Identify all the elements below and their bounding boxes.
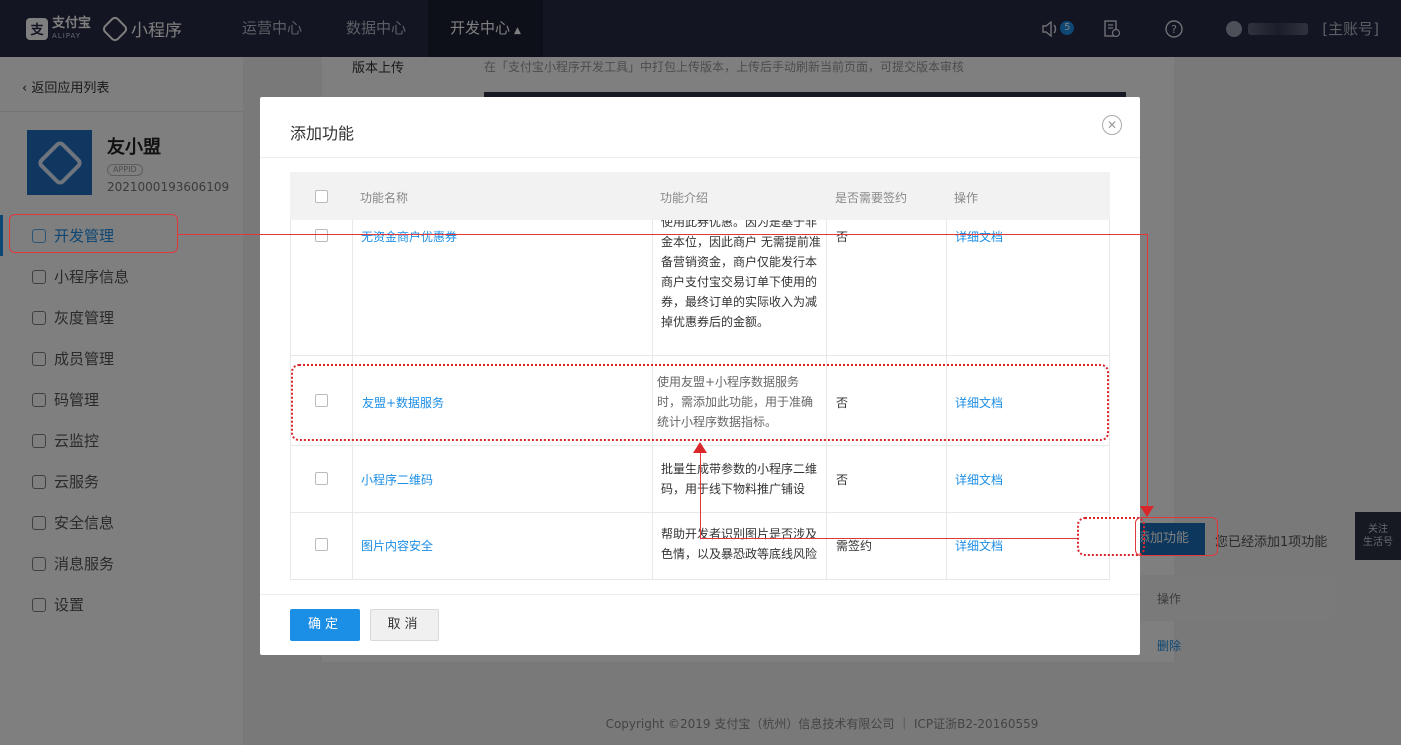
column-header-operation: 操作: [954, 191, 979, 205]
row-checkbox[interactable]: [315, 538, 328, 551]
feature-name-link[interactable]: 小程序二维码: [361, 471, 433, 488]
dialog-title: 添加功能: [290, 124, 355, 143]
annotation-line: [700, 538, 1077, 539]
detail-doc-link[interactable]: 详细文档: [955, 228, 1003, 245]
feature-description: 帮助开发者识别图片是否涉及色情，以及暴恐政等底线风险: [661, 527, 818, 561]
cancel-button[interactable]: 取消: [370, 609, 439, 641]
feature-description: 使用此券优惠。因为是基于非金本位，因此商户 无需提前准备营销资金，商户仅能发行本…: [661, 220, 821, 329]
close-icon[interactable]: ✕: [1102, 115, 1122, 135]
confirm-button[interactable]: 确定: [290, 609, 360, 641]
annotation-line: [178, 234, 1147, 235]
feature-table-head: 功能名称 功能介绍 是否需要签约 操作: [290, 172, 1110, 220]
annotation-line: [1147, 234, 1148, 508]
sign-required: 否: [836, 473, 849, 487]
divider: [260, 594, 1140, 595]
annotation-line: [700, 452, 701, 538]
sign-required: 需签约: [836, 539, 873, 553]
row-checkbox[interactable]: [315, 229, 328, 242]
annotation-box-add-feature: [1135, 517, 1218, 556]
table-row: 无资金商户优惠券 使用此券优惠。因为是基于非金本位，因此商户 无需提前准备营销资…: [291, 220, 1109, 356]
annotation-arrow-down-icon: [1140, 506, 1154, 517]
annotation-box-dev-management: [9, 214, 178, 253]
annotation-dotted-box-umeng-row: [291, 364, 1109, 441]
feature-name-link[interactable]: 无资金商户优惠券: [361, 228, 457, 245]
row-checkbox[interactable]: [315, 472, 328, 485]
column-header-sign: 是否需要签约: [835, 191, 908, 205]
detail-doc-link[interactable]: 详细文档: [955, 471, 1003, 488]
column-header-name: 功能名称: [360, 191, 409, 205]
detail-doc-link[interactable]: 详细文档: [955, 537, 1003, 554]
sign-required: 否: [836, 230, 849, 244]
select-all-checkbox[interactable]: [315, 190, 328, 203]
annotation-arrow-up-icon: [693, 442, 707, 453]
column-header-desc: 功能介绍: [660, 191, 709, 205]
feature-name-link[interactable]: 图片内容安全: [361, 537, 433, 554]
divider: [260, 157, 1140, 158]
feature-description: 批量生成带参数的小程序二维码，用于线下物料推广铺设: [661, 462, 818, 496]
annotation-dotted-box: [1077, 517, 1145, 556]
